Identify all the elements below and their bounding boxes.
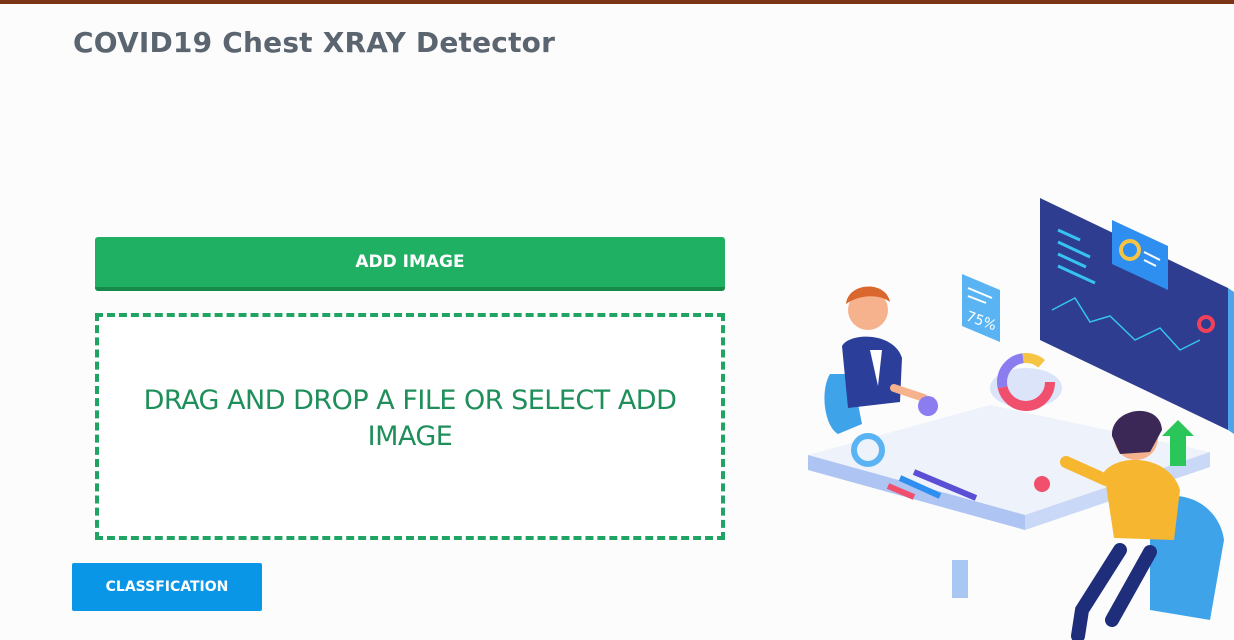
- classification-button[interactable]: CLASSFICATION: [72, 563, 262, 611]
- dropzone-instructions: DRAG AND DROP A FILE OR SELECT ADD IMAGE: [143, 384, 677, 452]
- business-meeting-illustration: 75%: [808, 198, 1234, 640]
- top-accent-bar: [0, 0, 1234, 4]
- file-dropzone[interactable]: DRAG AND DROP A FILE OR SELECT ADD IMAGE: [95, 313, 725, 540]
- add-image-button[interactable]: ADD IMAGE: [95, 237, 725, 291]
- page-title: COVID19 Chest XRAY Detector: [73, 26, 556, 59]
